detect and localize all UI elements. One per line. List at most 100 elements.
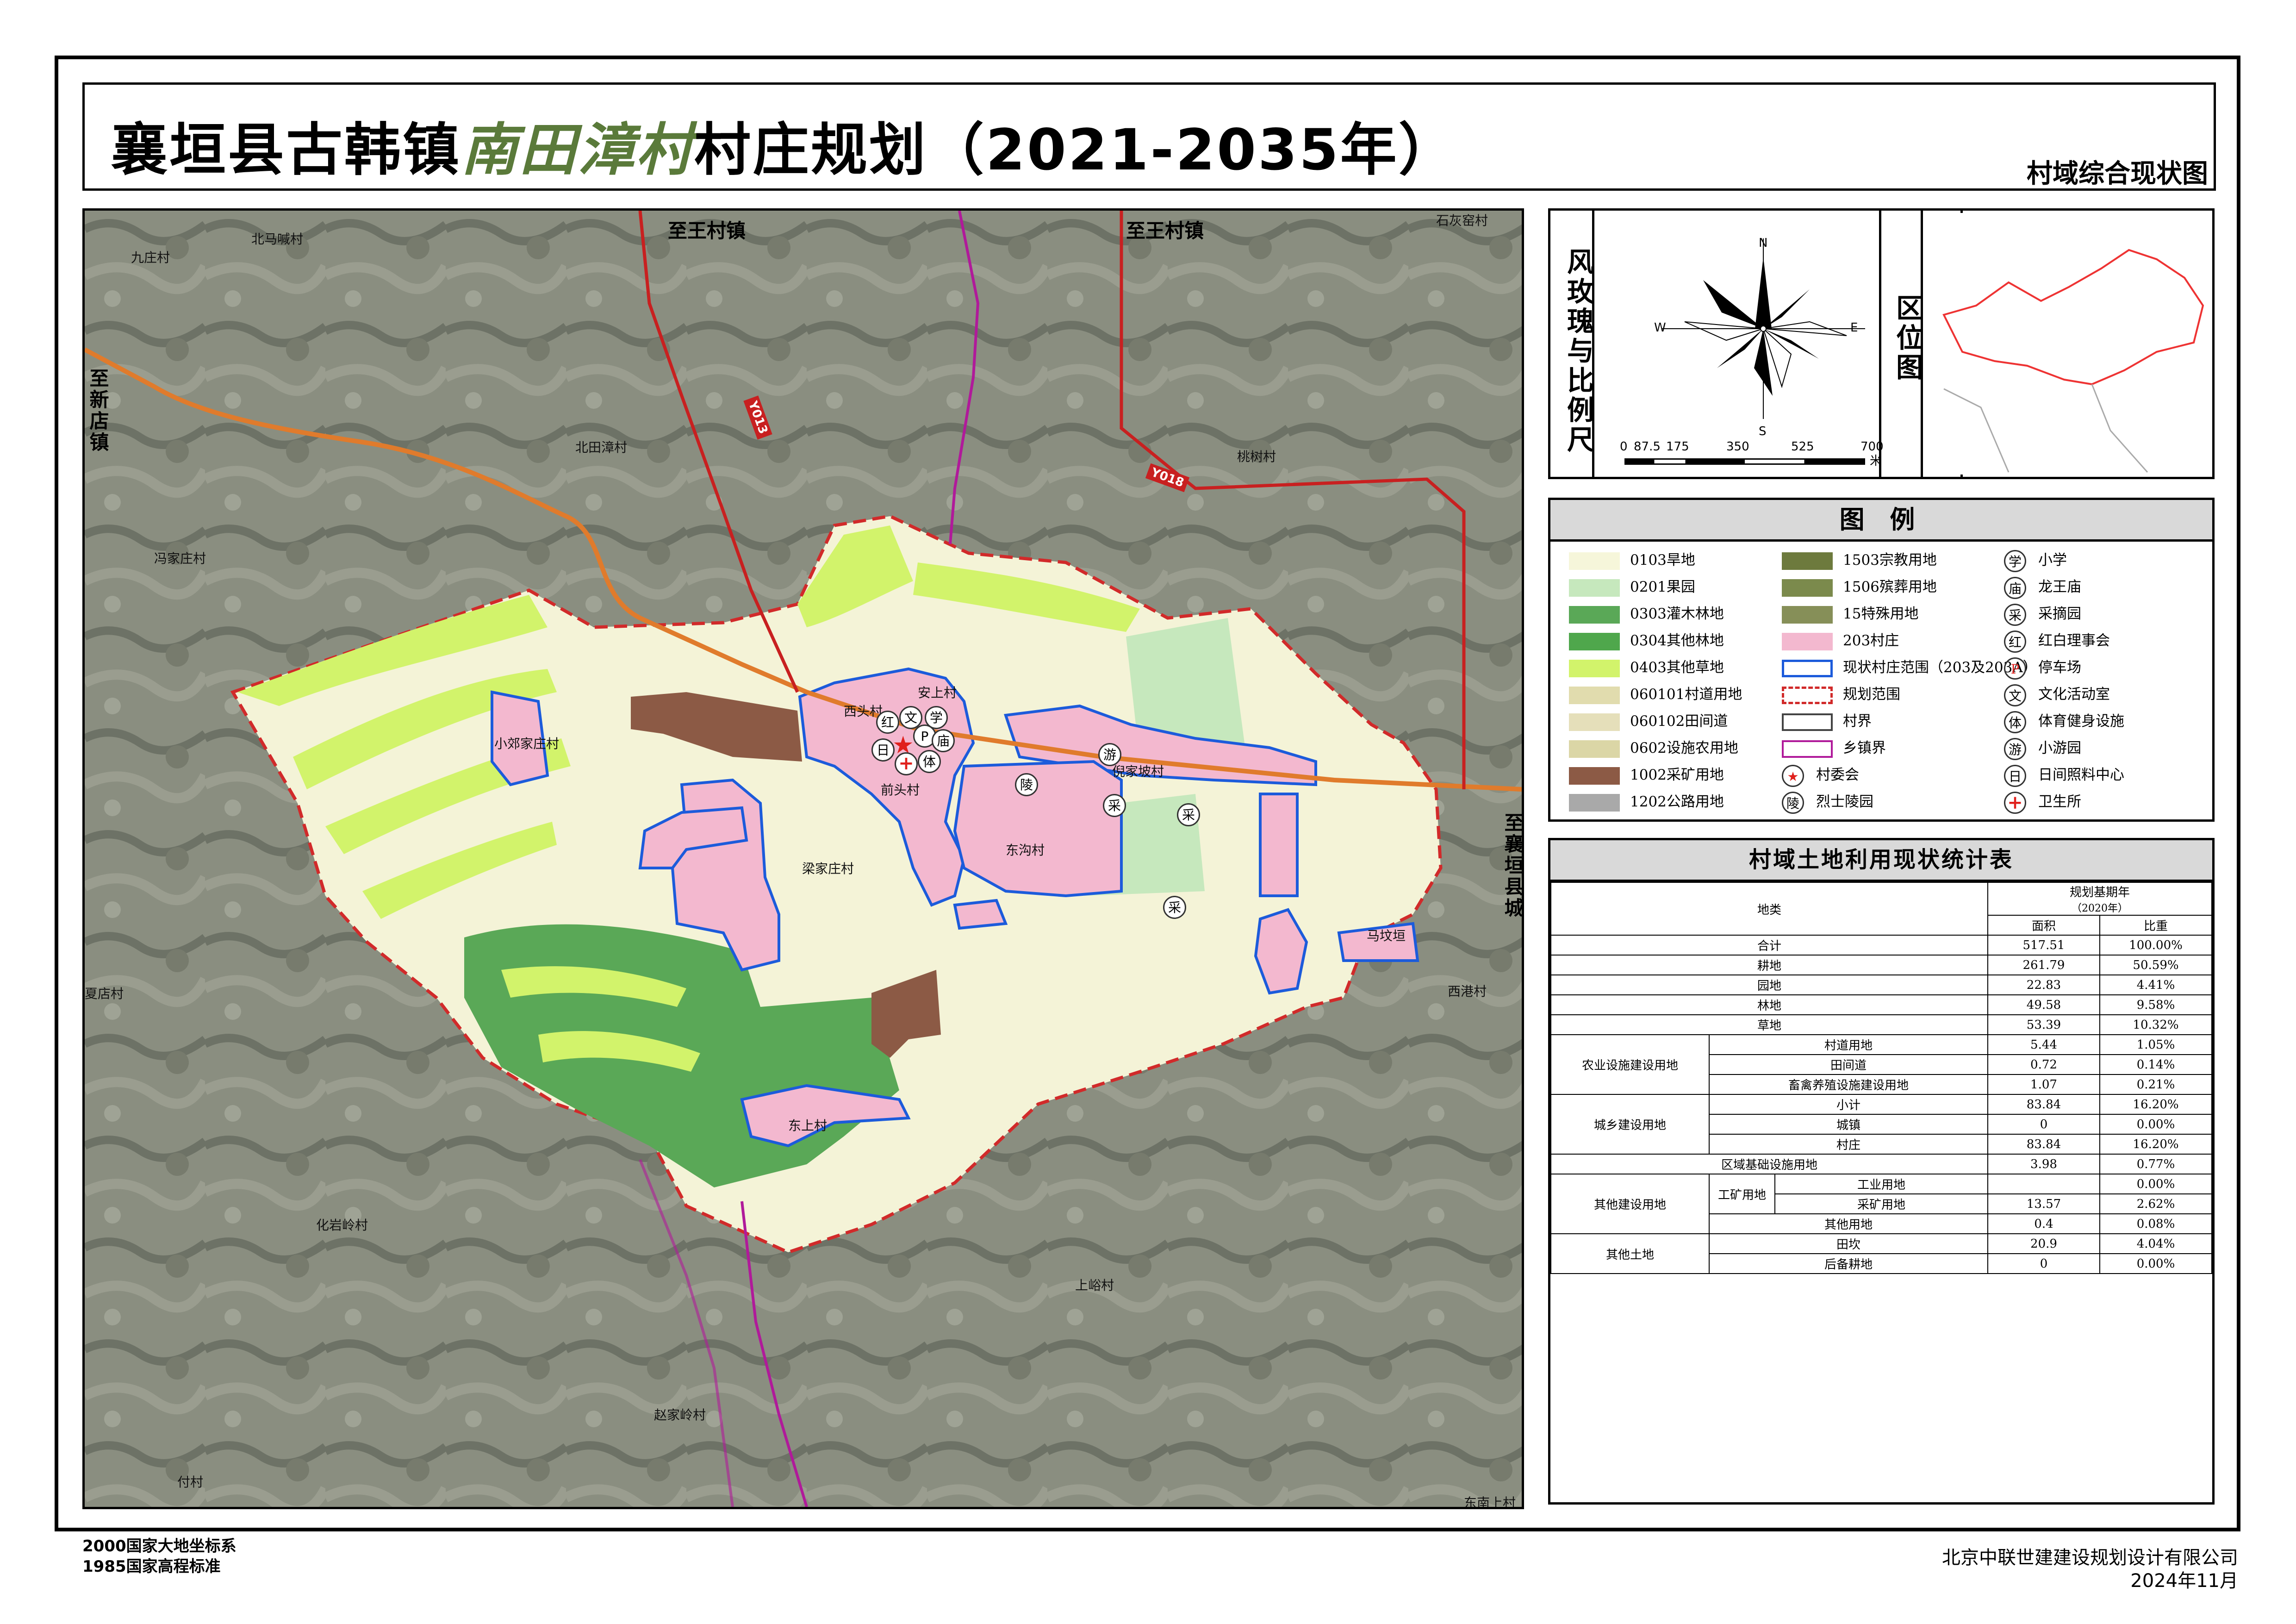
picking-garden-icon[interactable]: 采 [1103, 794, 1126, 817]
legend-item: 0602设施农用地 [1569, 737, 1738, 760]
clinic-icon[interactable]: + [895, 752, 918, 775]
legend-item: 体体育健身设施 [2004, 710, 2124, 733]
legend-label: 烈士陵园 [1816, 793, 1873, 810]
settlement-label: 前头村 [881, 782, 920, 798]
legend-label: 060102田间道 [1630, 713, 1728, 730]
legend-label: 060101村道用地 [1630, 686, 1742, 703]
legend-item: 1506殡葬用地 [1782, 575, 1937, 599]
legend-item: 现状村庄范围（203及203A） [1782, 656, 2037, 679]
map-subtitle: 村域综合现状图 [2027, 159, 2208, 189]
legend-label: 0303灌木林地 [1630, 606, 1724, 622]
village-label: 冯家庄村 [154, 551, 206, 566]
footer-credit: 北京中联世建建设规划设计有限公司 2024年11月 [1942, 1546, 2238, 1593]
legend-item: 0303灌木林地 [1569, 602, 1724, 625]
legend-swatch [1569, 579, 1620, 597]
picking-garden-icon[interactable]: 采 [1177, 803, 1200, 826]
facility-red-white-council-icon[interactable]: 红 [876, 711, 899, 734]
legend-item: 1002采矿用地 [1569, 763, 1724, 787]
crs-text: 2000国家大地坐标系 [82, 1537, 236, 1555]
legend-item: 203村庄 [1782, 629, 1899, 652]
table-title: 村域土地利用现状统计表 [1550, 840, 2212, 882]
legend-label: 1503宗教用地 [1843, 552, 1937, 568]
legend-label: 停车场 [2038, 659, 2081, 676]
facility-temple-icon[interactable]: 庙 [932, 729, 955, 752]
village-label: 赵家岭村 [654, 1407, 706, 1423]
legend-item: 0201果园 [1569, 575, 1695, 599]
table-row: 城乡建设用地 小计 83.84 16.20% [1550, 1094, 2212, 1155]
legend-label: 1002采矿用地 [1630, 767, 1724, 783]
legend-swatch-plan-boundary [1782, 686, 1833, 704]
legend-swatch [1569, 606, 1620, 624]
table-row: 农业设施建设用地 村道用地 5.44 1.05% [1550, 1034, 2212, 1095]
table-header-category: 地类 [1550, 882, 1988, 936]
settlement-label: 安上村 [918, 685, 957, 700]
village-label: 西港村 [1448, 984, 1487, 999]
village-label: 北田漳村 [575, 440, 628, 455]
legend-item: 红红白理事会 [2004, 629, 2110, 653]
village-label: 夏店村 [85, 986, 124, 1001]
legend-label: 1202公路用地 [1630, 793, 1724, 810]
table-row: 林地 49.58 9.58% [1550, 994, 2212, 1015]
facility-day-care-icon[interactable]: 日 [871, 738, 895, 762]
legend-swatch [1569, 740, 1620, 758]
legend-label: 采摘园 [2038, 606, 2081, 622]
legend-label: 1506殡葬用地 [1843, 579, 1937, 595]
scale-bar-graphic [1624, 458, 1865, 465]
stats-table: 地类 规划基期年 （2020年） 面积 比重 合计 517.51 100.00% 耕地… [1550, 882, 2212, 1274]
settlement-label: 梁家庄村 [802, 861, 854, 876]
legend-label: 红白理事会 [2038, 632, 2110, 649]
facility-icon: 红 [2004, 630, 2026, 653]
facility-sports-icon[interactable]: 体 [918, 750, 941, 773]
legend-panel: 图 例 0103旱地 0201果园 0303灌木林地 0304其他林地 0403其他草地… [1548, 498, 2215, 822]
direction-east: 至襄垣县城 [1501, 812, 1524, 919]
legend-swatch [1782, 632, 1833, 650]
village-label: 东南上村 [1464, 1495, 1516, 1509]
legend-swatch [1782, 579, 1833, 597]
legend-item: 060101村道用地 [1569, 683, 1742, 706]
direction-north-left: 至王村镇 [668, 219, 746, 242]
village-area-south [953, 899, 1008, 930]
legend-swatch [1569, 767, 1620, 785]
legend-item: 庙龙王庙 [2004, 575, 2081, 599]
legend-swatch [1569, 552, 1620, 570]
table-row: 其他建设用地 工矿用地 工业用地 0.00% [1550, 1174, 2212, 1234]
direction-west: 至新店镇 [87, 368, 109, 453]
table-row: 合计 517.51 100.00% [1550, 935, 2212, 956]
compass-west: W [1654, 321, 1666, 335]
legend-label: 规划范围 [1843, 686, 1900, 703]
picking-garden-icon[interactable]: 采 [1163, 896, 1186, 919]
facility-icon: 日 [2004, 764, 2026, 787]
legend-item: 陵烈士陵园 [1782, 790, 1873, 814]
facility-icon: 体 [2004, 711, 2026, 733]
legend-label: 0403其他草地 [1630, 659, 1724, 676]
direction-north-right: 至王村镇 [1126, 219, 1204, 242]
clinic-icon: + [2004, 791, 2026, 814]
table-header-base-year: 规划基期年 （2020年） [1987, 882, 2212, 916]
legend-label: 村委会 [1816, 767, 1859, 783]
legend-item: 0304其他林地 [1569, 629, 1724, 652]
legend-item: ★ 村委会 [1782, 763, 1859, 787]
legend-item: P 停车场 [2004, 656, 2081, 680]
village-area-east1 [1259, 793, 1299, 897]
village-label: 桃树村 [1237, 449, 1276, 464]
main-map[interactable]: Y013 Y018 至王村镇 至王村镇 至新店镇 至襄垣县城 北马喊村 九庄村 … [82, 208, 1524, 1509]
legend-label: 0602设施农用地 [1630, 740, 1738, 756]
panel-divider [1921, 211, 1923, 477]
legend-item: 日日间照料中心 [2004, 763, 2124, 787]
table-row: 耕地 261.79 50.59% [1550, 955, 2212, 975]
legend-item: 15特殊用地 [1782, 602, 1918, 625]
legend-item: 060102田间道 [1569, 710, 1728, 733]
company-name: 北京中联世建建设规划设计有限公司 [1942, 1547, 2238, 1568]
legend-item: 1503宗教用地 [1782, 549, 1937, 572]
village-label: 上峪村 [1075, 1278, 1114, 1293]
legend-swatch [1782, 606, 1833, 624]
small-park-icon[interactable]: 游 [1098, 743, 1121, 766]
legend-label: 体育健身设施 [2038, 713, 2124, 730]
legend-item: 0103旱地 [1569, 549, 1695, 572]
martyrs-cemetery-icon[interactable]: 陵 [1015, 773, 1038, 796]
legend-swatch [1569, 632, 1620, 650]
legend-title: 图 例 [1550, 500, 2212, 542]
legend-label: 龙王庙 [2038, 579, 2081, 595]
village-label: 化岩岭村 [316, 1218, 368, 1233]
location-panel: 区位图 [1879, 208, 2215, 479]
